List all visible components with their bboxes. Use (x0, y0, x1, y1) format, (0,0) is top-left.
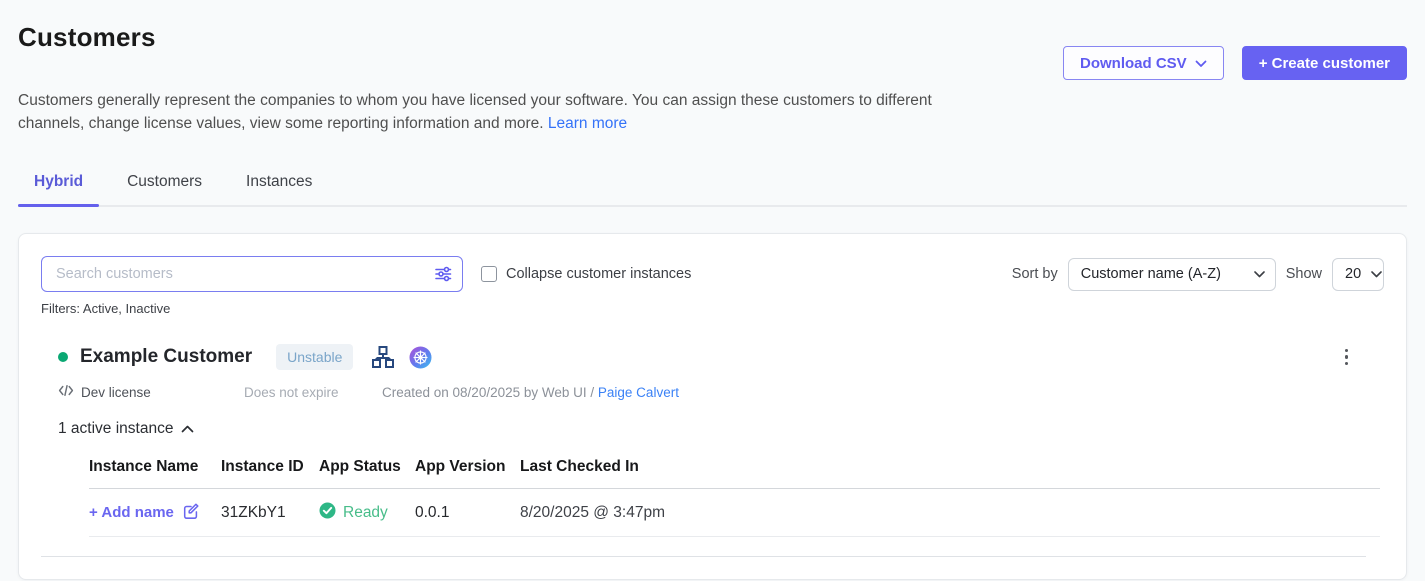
search-input[interactable] (41, 256, 463, 292)
page-description: Customers generally represent the compan… (18, 90, 983, 135)
tab-bar: Hybrid Customers Instances (18, 173, 1407, 207)
sort-select[interactable]: Customer name (A-Z) (1068, 258, 1276, 291)
table-header-row: Instance Name Instance ID App Status App… (89, 458, 1380, 489)
page-title: Customers (18, 22, 156, 53)
collapse-instances-control: Collapse customer instances (481, 266, 691, 282)
header-instance-id: Instance ID (221, 458, 319, 476)
chevron-down-icon (1195, 55, 1207, 72)
app-status-label: Ready (343, 504, 388, 522)
created-text: Created on 08/20/2025 by Web UI / (382, 385, 594, 400)
header-app-version: App Version (415, 458, 520, 476)
created-info: Created on 08/20/2025 by Web UI / Paige … (382, 385, 679, 400)
show-select[interactable]: 20 (1332, 258, 1384, 291)
chevron-down-icon (1371, 266, 1382, 282)
download-csv-label: Download CSV (1080, 55, 1187, 72)
instance-name-cell: + Add name (89, 502, 221, 524)
page-header: Customers Download CSV + Create customer (18, 0, 1407, 80)
chevron-down-icon (1254, 266, 1265, 282)
customers-page: Customers Download CSV + Create customer… (0, 0, 1425, 581)
app-version-cell: 0.0.1 (415, 504, 520, 522)
instances-summary: 1 active instance (58, 420, 173, 438)
license-expiry: Does not expire (244, 385, 382, 400)
active-filters-text: Filters: Active, Inactive (41, 301, 1384, 316)
add-name-button[interactable]: + Add name (89, 502, 200, 524)
kubernetes-icon (409, 346, 432, 369)
active-status-dot (58, 352, 68, 362)
created-by-link[interactable]: Paige Calvert (598, 385, 679, 400)
customer-menu-kebab-icon[interactable] (1341, 345, 1353, 370)
customer-header: Example Customer Unstable (41, 344, 1384, 370)
create-customer-button[interactable]: + Create customer (1242, 46, 1407, 80)
license-type: Dev license (58, 384, 244, 400)
create-customer-label: + Create customer (1259, 55, 1390, 72)
instance-id-cell: 31ZKbY1 (221, 504, 319, 522)
customer-name[interactable]: Example Customer (80, 346, 252, 368)
add-name-label: + Add name (89, 504, 174, 521)
sort-select-value: Customer name (A-Z) (1081, 266, 1221, 282)
table-row: + Add name 31ZKbY1 (89, 489, 1380, 537)
tab-hybrid[interactable]: Hybrid (18, 173, 99, 205)
header-last-checked-in: Last Checked In (520, 458, 1380, 476)
collapse-instances-checkbox[interactable] (481, 266, 497, 282)
channel-badge: Unstable (276, 344, 353, 370)
filter-sliders-icon[interactable] (434, 265, 453, 288)
toolbar: Collapse customer instances Sort by Cust… (41, 256, 1384, 292)
sort-by-label: Sort by (1012, 266, 1058, 282)
app-status-cell: Ready (319, 502, 415, 524)
instances-toggle[interactable]: 1 active instance (58, 420, 194, 438)
show-label: Show (1286, 266, 1322, 282)
customers-card: Collapse customer instances Sort by Cust… (18, 233, 1407, 580)
tab-instances[interactable]: Instances (230, 173, 328, 205)
collapse-instances-label: Collapse customer instances (506, 266, 691, 282)
edit-icon[interactable] (182, 502, 200, 524)
description-text: Customers generally represent the compan… (18, 92, 932, 132)
header-app-status: App Status (319, 458, 415, 476)
code-icon (58, 384, 74, 400)
license-row: Dev license Does not expire Created on 0… (58, 384, 1384, 400)
check-circle-icon (319, 502, 336, 524)
last-checked-in-cell: 8/20/2025 @ 3:47pm (520, 504, 1380, 522)
learn-more-link[interactable]: Learn more (548, 115, 627, 132)
tab-customers[interactable]: Customers (111, 173, 218, 205)
show-select-value: 20 (1345, 266, 1361, 282)
search-wrap (41, 256, 463, 292)
sitemap-icon (371, 345, 395, 369)
header-actions: Download CSV + Create customer (1063, 46, 1407, 80)
card-bottom-divider (41, 556, 1366, 557)
header-instance-name: Instance Name (89, 458, 221, 476)
download-csv-button[interactable]: Download CSV (1063, 46, 1224, 80)
license-type-label: Dev license (81, 385, 151, 400)
toolbar-right: Sort by Customer name (A-Z) Show 20 (1012, 258, 1384, 291)
instances-table: Instance Name Instance ID App Status App… (89, 458, 1380, 537)
chevron-up-icon (181, 420, 194, 438)
